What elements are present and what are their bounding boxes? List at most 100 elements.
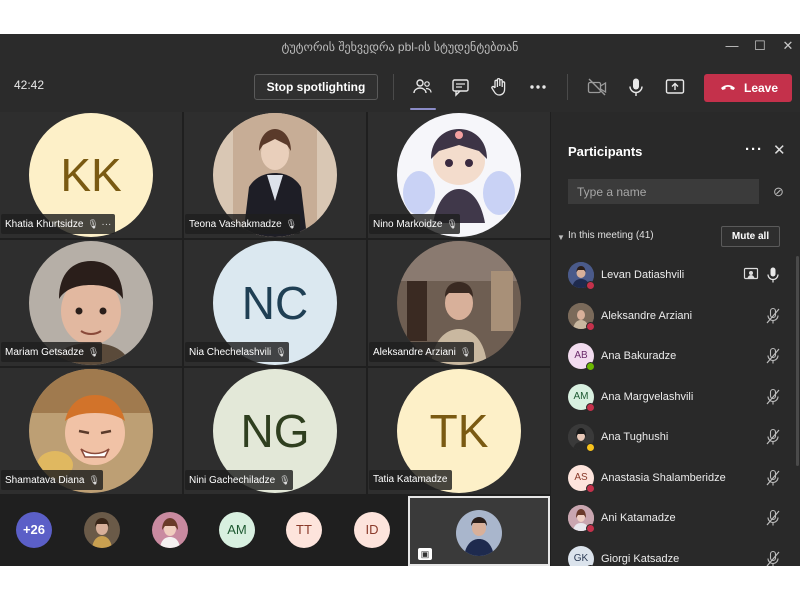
participant-nametag: Aleksandre Arziani 🎙︎ (369, 342, 474, 362)
teams-meeting-window: ტუტორის შეხვედრა pbl-ის სტუდენტებთან — ☐… (0, 34, 800, 566)
video-grid: KK Khatia Khurtsidze 🎙︎ ··· Teona Vashakma… (0, 112, 550, 494)
presence-status-icon (586, 402, 595, 412)
participant-name: Levan Datiashvili (601, 269, 685, 281)
participant-avatar: GK (568, 545, 594, 566)
share-invite-icon[interactable]: ⊘ (773, 184, 784, 200)
mic-muted-icon: 🎙︎ (88, 475, 100, 485)
mic-muted-icon: 🎙︎ (275, 347, 287, 357)
chevron-down-icon[interactable]: ▼ (557, 233, 565, 242)
participant-nametag: Nia Chechelashvili 🎙︎ (185, 342, 290, 362)
mic-muted-icon: 🎙︎ (446, 219, 458, 229)
presence-status-icon (586, 362, 595, 371)
more-actions-icon[interactable] (527, 76, 549, 98)
participant-name: Ani Katamadze (601, 512, 676, 524)
participant-nametag: Nino Markoidze 🎙︎ (369, 214, 461, 234)
mic-muted-icon[interactable] (765, 428, 781, 446)
participant-nametag: Shamatava Diana 🎙︎ (1, 470, 103, 490)
strip-avatar[interactable] (152, 512, 188, 548)
strip-avatar[interactable]: AM (219, 512, 255, 548)
title-bar: ტუტორის შეხვედრა pbl-ის სტუდენტებთან — ☐… (0, 34, 800, 60)
mute-all-button[interactable]: Mute all (721, 226, 780, 247)
leave-label: Leave (744, 81, 779, 95)
tile-more-icon[interactable]: ··· (101, 219, 111, 230)
mic-muted-icon[interactable] (765, 469, 781, 487)
participant-name: Ana Bakuradze (601, 350, 677, 362)
participant-nametag: Tatia Katamadze (369, 470, 452, 490)
section-label: In this meeting (41) (568, 230, 654, 241)
panel-more-icon[interactable]: ··· (745, 141, 763, 158)
chat-icon[interactable] (450, 76, 472, 98)
presence-status-icon (586, 483, 595, 493)
video-tile[interactable]: NC Nia Chechelashvili 🎙︎ (184, 240, 366, 366)
mic-muted-icon: 🎙︎ (279, 475, 291, 485)
mic-muted-icon: 🎙︎ (87, 347, 100, 357)
mic-muted-icon: 🎙︎ (87, 219, 99, 229)
toolbar-divider (393, 74, 394, 100)
participant-row[interactable]: Ani Katamadze (551, 499, 800, 539)
strip-avatar[interactable]: ID (354, 512, 390, 548)
mic-muted-icon[interactable] (765, 307, 781, 325)
raise-hand-icon[interactable] (488, 76, 510, 98)
mic-muted-icon[interactable] (765, 509, 781, 527)
presence-status-icon (586, 443, 595, 452)
leave-button[interactable]: Leave (704, 74, 792, 102)
participants-icon[interactable] (412, 76, 434, 98)
video-tile[interactable]: Teona Vashakmadze 🎙︎ (184, 112, 366, 238)
participant-row[interactable]: AS Anastasia Shalamberidze (551, 459, 800, 499)
minimize-icon[interactable]: — (722, 38, 742, 53)
participant-name: Ana Margvelashvili (601, 390, 694, 403)
video-tile[interactable]: Nino Markoidze 🎙︎ (368, 112, 550, 238)
close-window-icon[interactable]: ✕ (778, 38, 798, 54)
microphone-icon[interactable] (765, 266, 781, 284)
participant-strip: +26 AM TT ID ▣ (0, 494, 550, 566)
participant-name: Aleksandre Arziani (601, 309, 693, 322)
mic-muted-icon[interactable] (765, 388, 781, 406)
toolbar-divider (567, 74, 568, 100)
participant-row[interactable]: GK Giorgi Katsadze (551, 540, 800, 566)
participant-nametag: Nini Gachechiladze 🎙︎ (185, 470, 294, 490)
participant-row[interactable]: AB Ana Bakuradze (551, 337, 800, 377)
participant-name: Giorgi Katsadze (601, 552, 680, 565)
mic-muted-icon[interactable] (765, 550, 781, 566)
scrollbar[interactable] (796, 256, 799, 466)
video-tile[interactable]: Shamatava Diana 🎙︎ (0, 368, 182, 494)
window-title: ტუტორის შეხვედრა pbl-ის სტუდენტებთან (281, 40, 519, 54)
mic-muted-icon: 🎙︎ (459, 347, 472, 357)
maximize-icon[interactable]: ☐ (750, 38, 770, 54)
participant-nametag: Teona Vashakmadze 🎙︎ (185, 214, 300, 234)
stop-spotlighting-button[interactable]: Stop spotlighting (254, 74, 378, 100)
self-avatar (456, 510, 502, 556)
video-tile[interactable]: TK Tatia Katamadze (368, 368, 550, 494)
close-icon[interactable]: ✕ (773, 141, 786, 159)
camera-off-icon[interactable] (586, 76, 608, 98)
overflow-count-badge[interactable]: +26 (16, 512, 52, 548)
active-tab-indicator (410, 108, 436, 110)
mic-muted-icon[interactable] (765, 347, 781, 365)
meeting-toolbar: 42:42 Stop spotlighting Leave (0, 60, 800, 112)
search-input[interactable] (568, 179, 759, 204)
presence-status-icon (586, 321, 595, 331)
strip-avatar[interactable]: TT (286, 512, 322, 548)
microphone-icon[interactable] (625, 76, 647, 98)
presenter-icon (743, 266, 759, 282)
panel-title: Participants (568, 144, 643, 159)
share-screen-icon[interactable] (664, 76, 686, 98)
video-tile[interactable]: NG Nini Gachechiladze 🎙︎ (184, 368, 366, 494)
participant-nametag: Mariam Getsadze 🎙︎ (1, 342, 102, 362)
video-tile[interactable]: KK Khatia Khurtsidze 🎙︎ ··· (0, 112, 182, 238)
strip-avatar[interactable] (84, 512, 120, 548)
mic-muted-icon: 🎙︎ (285, 219, 298, 229)
hang-up-icon (721, 85, 735, 90)
presence-status-icon (586, 281, 595, 290)
video-tile[interactable]: Aleksandre Arziani 🎙︎ (368, 240, 550, 366)
meeting-timer: 42:42 (14, 78, 45, 92)
participant-row[interactable]: Levan Datiashvili (551, 256, 800, 296)
video-tile[interactable]: Mariam Getsadze 🎙︎ (0, 240, 182, 366)
participant-row[interactable]: Ana Tughushi (551, 418, 800, 458)
participant-row[interactable]: AM Ana Margvelashvili (551, 378, 800, 418)
self-view[interactable]: ▣ (408, 496, 550, 566)
presence-status-icon (586, 524, 595, 533)
participant-nametag: Khatia Khurtsidze 🎙︎ ··· (1, 214, 116, 234)
participant-row[interactable]: Aleksandre Arziani (551, 297, 800, 337)
pin-icon[interactable]: ▣ (418, 548, 432, 560)
